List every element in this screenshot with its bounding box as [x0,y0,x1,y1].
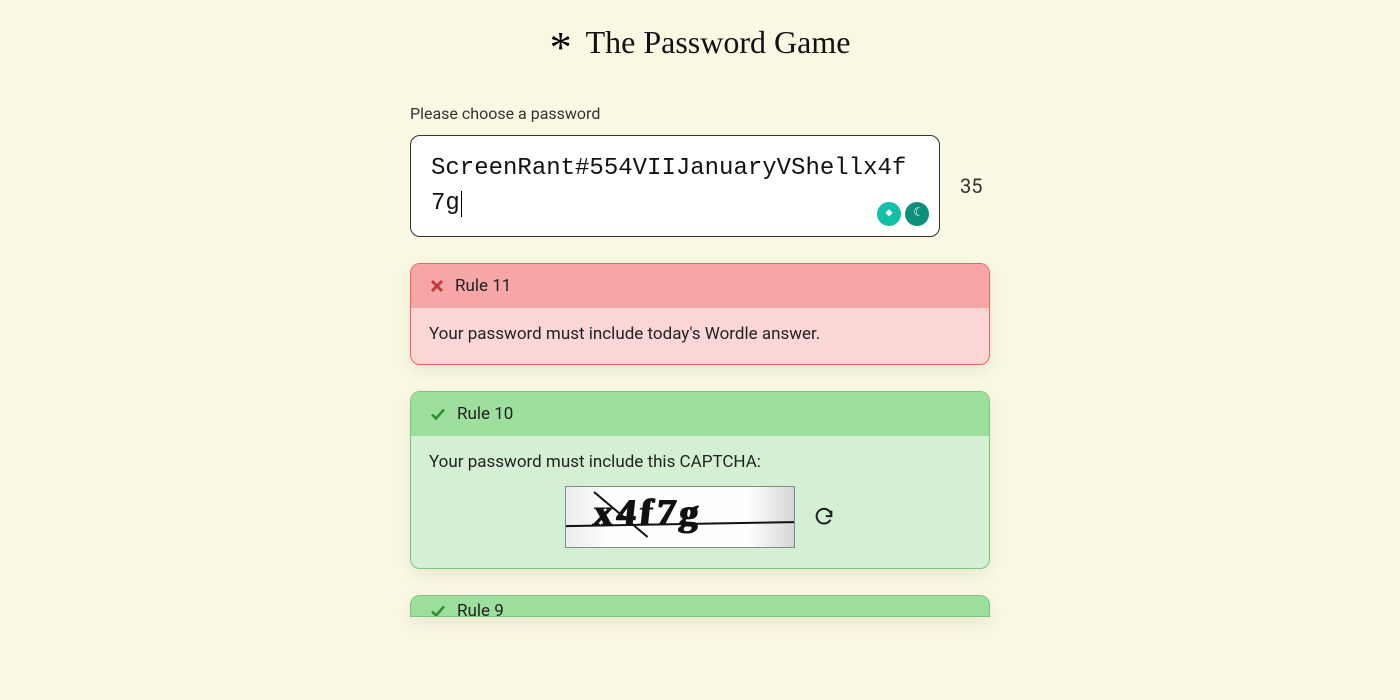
rule-label: Rule 9 [457,601,504,617]
character-count: 35 [960,174,990,198]
rule-body: Your password must include this CAPTCHA:… [411,436,989,568]
captcha-row: x4f7g [429,486,971,548]
password-input[interactable]: ScreenRant#554VIIJanuaryVShellx4f7g ◆ ☾ [410,135,940,237]
check-icon [429,405,447,423]
refresh-icon[interactable] [813,506,835,528]
x-icon [429,278,445,294]
rule-card-9: Rule 9 [410,595,990,617]
rule-card-11: Rule 11 Your password must include today… [410,263,990,365]
password-prompt: Please choose a password [410,104,990,123]
browser-extension-badge[interactable]: ◆ ☾ [877,202,929,226]
captcha-image: x4f7g [565,486,795,548]
rule-label: Rule 10 [457,404,513,424]
rule-label: Rule 11 [455,276,511,296]
check-icon [429,602,447,617]
moon-icon: ☾ [905,202,929,226]
rule-text: Your password must include today's Wordl… [411,308,989,364]
page-title-row: * The Password Game [0,0,1400,104]
password-input-row: ScreenRant#554VIIJanuaryVShellx4f7g ◆ ☾ … [410,135,990,237]
rule-text: Your password must include this CAPTCHA: [429,452,971,472]
main-column: Please choose a password ScreenRant#554V… [410,104,990,617]
rule-header: Rule 10 [411,392,989,436]
rule-header: Rule 11 [411,264,989,308]
asterisk-icon: * [550,26,572,70]
password-value: ScreenRant#554VIIJanuaryVShellx4f7g [431,155,906,217]
text-cursor [461,191,462,217]
captcha-text: x4f7g [592,491,705,535]
extension-icon: ◆ [877,202,901,226]
page-title: The Password Game [586,24,851,61]
rule-card-10: Rule 10 Your password must include this … [410,391,990,569]
